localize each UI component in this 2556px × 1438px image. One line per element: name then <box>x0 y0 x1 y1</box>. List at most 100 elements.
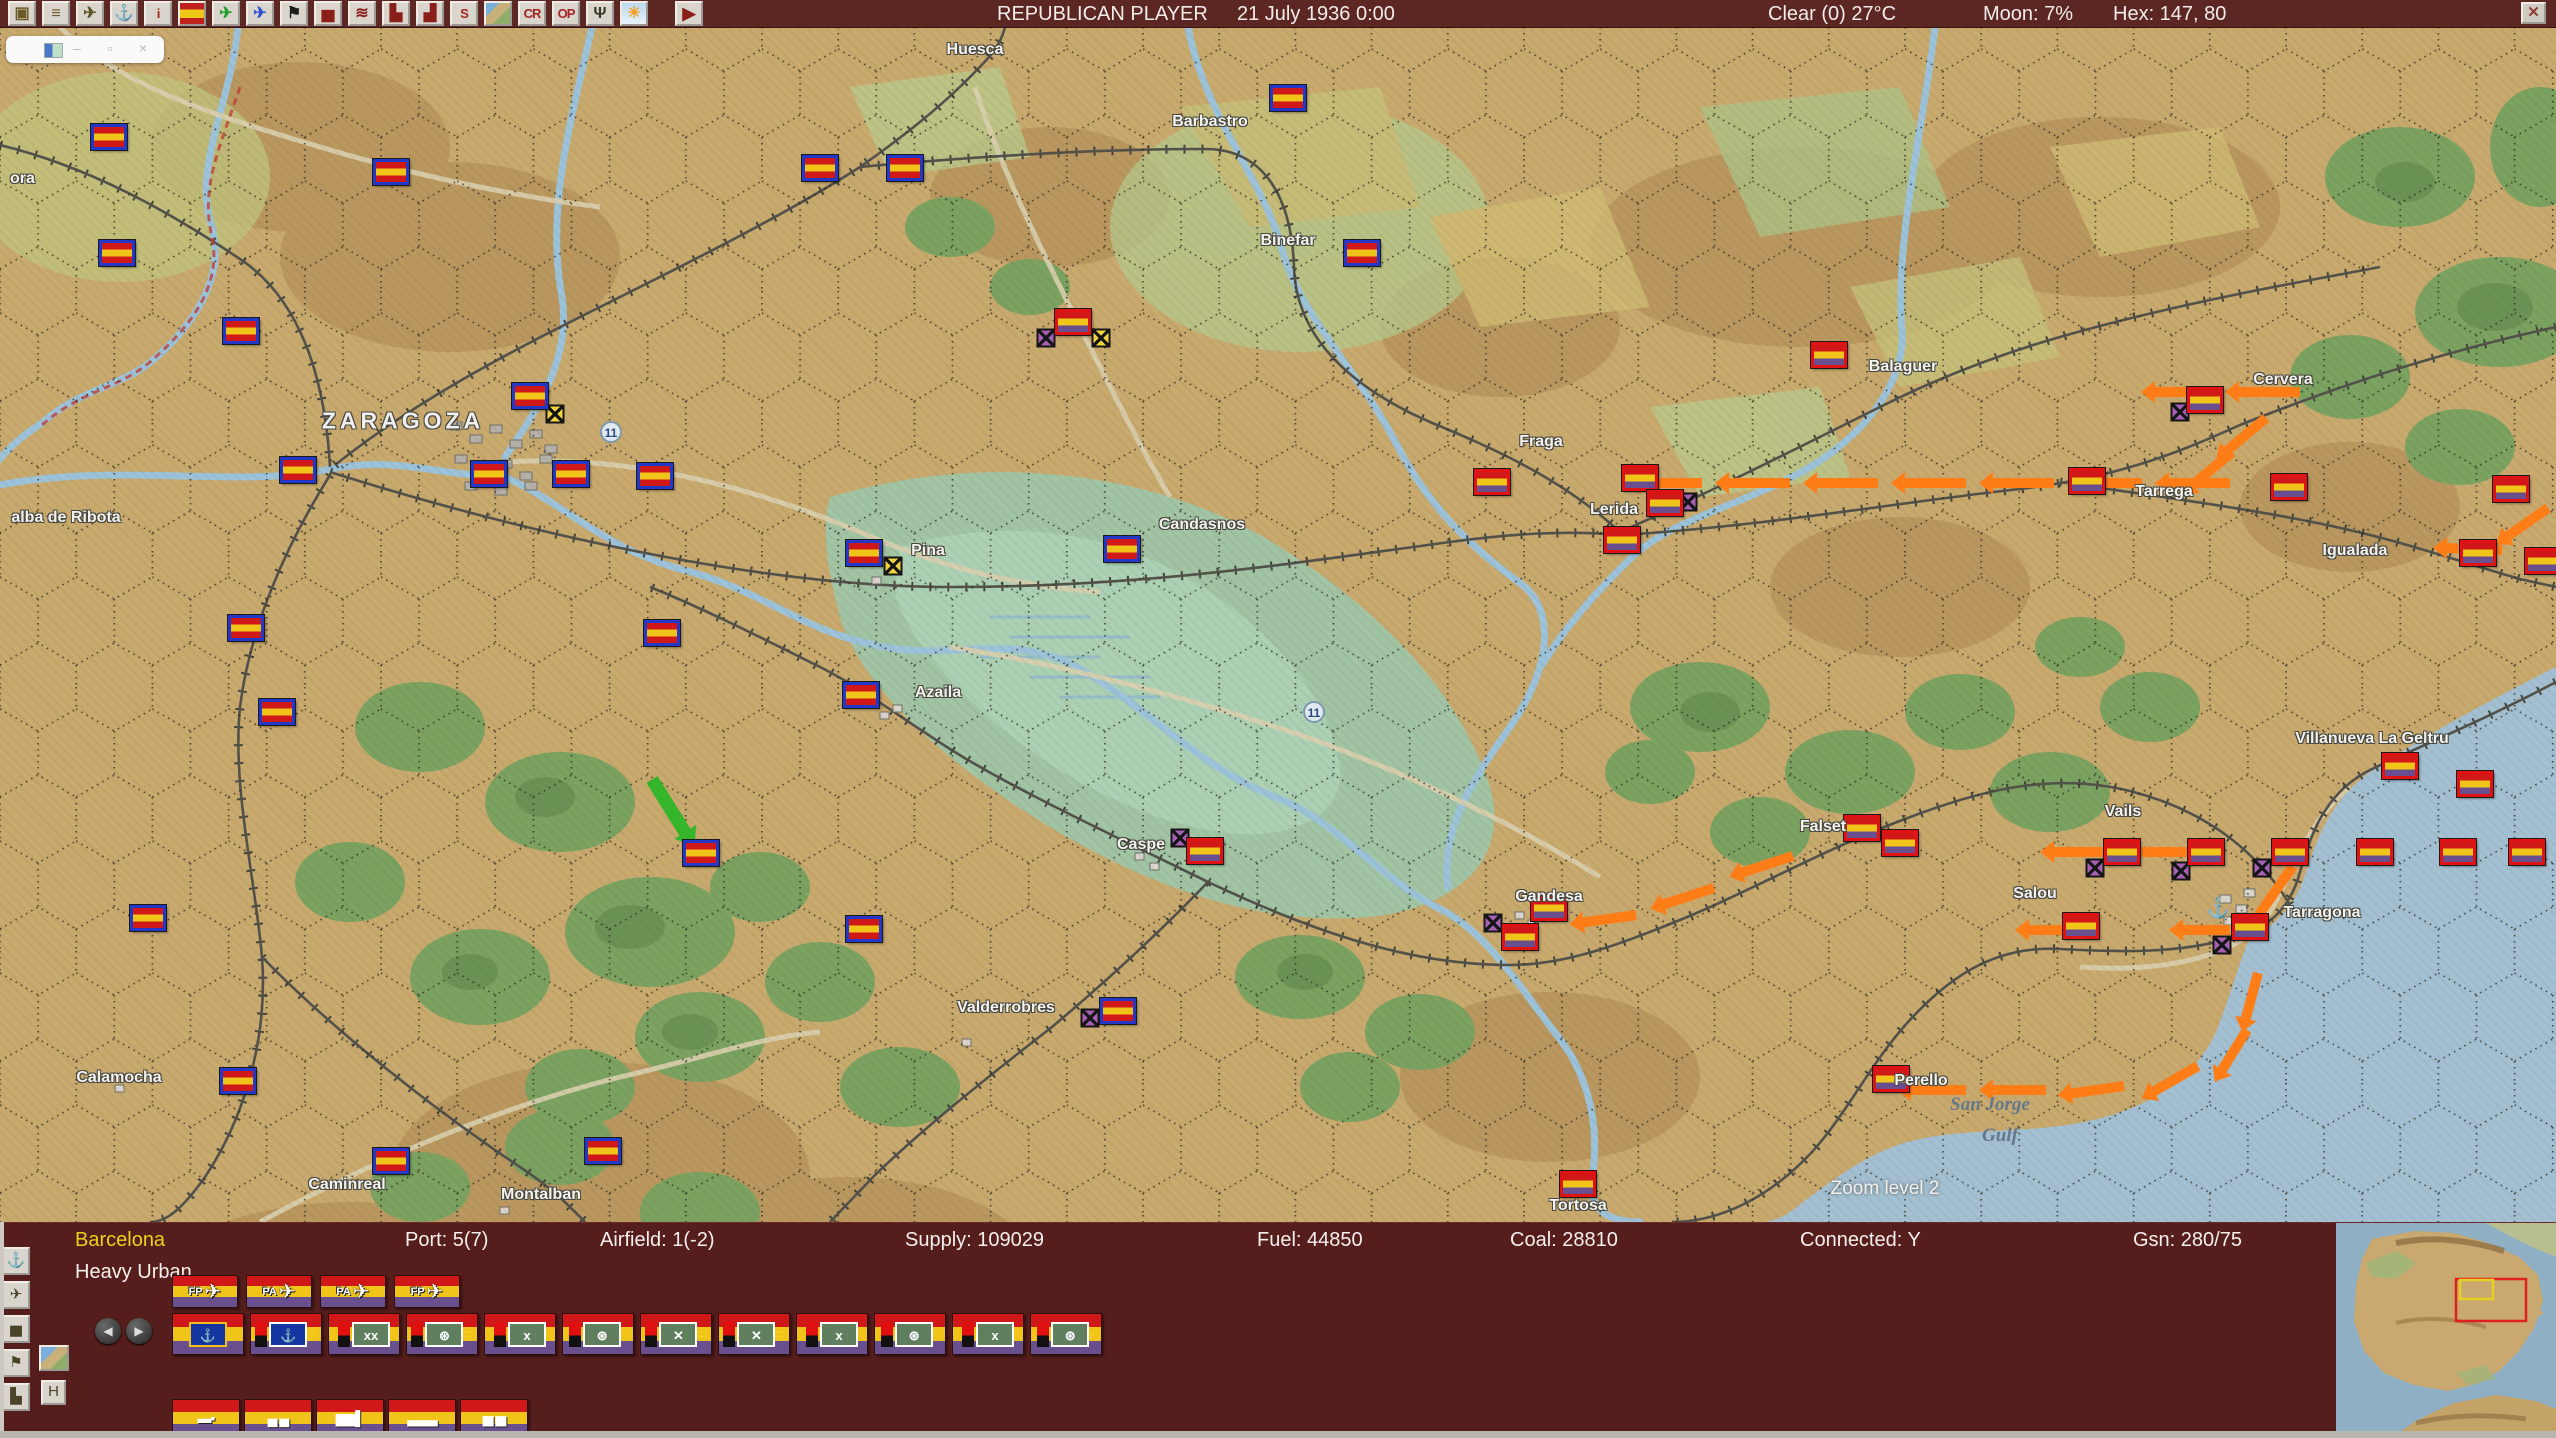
nationalist-unit[interactable] <box>373 1148 409 1174</box>
republican-unit[interactable] <box>2440 839 2476 865</box>
maximize-icon[interactable]: ▫ <box>101 36 119 63</box>
republican-unit[interactable] <box>1604 527 1640 553</box>
republican-unit[interactable] <box>1055 309 1091 335</box>
nationalist-unit[interactable] <box>843 682 879 708</box>
nationalist-unit[interactable] <box>512 383 548 409</box>
garrison-marker[interactable] <box>2212 935 2232 955</box>
nationalist-unit[interactable] <box>130 905 166 931</box>
flag-tool[interactable]: ⚑ <box>2 1349 30 1377</box>
nationalist-unit[interactable] <box>585 1138 621 1164</box>
republican-unit[interactable] <box>1560 1171 1596 1197</box>
brigade-counter[interactable]: x <box>796 1313 868 1355</box>
nationalist-unit[interactable] <box>1100 998 1136 1024</box>
fighter-icon[interactable]: ✈ <box>212 1 240 26</box>
nationalist-unit[interactable] <box>644 620 680 646</box>
floatplane-counter[interactable]: FP ✈ <box>172 1275 238 1308</box>
minimap[interactable] <box>2336 1223 2556 1438</box>
nationalist-unit[interactable] <box>471 461 507 487</box>
anchor-tool[interactable]: ⚓ <box>2 1247 30 1275</box>
republican-unit[interactable] <box>1647 490 1683 516</box>
republican-unit[interactable] <box>2457 771 2493 797</box>
nationalist-unit[interactable] <box>99 240 135 266</box>
floating-window-titlebar[interactable]: – ▫ × <box>6 36 164 63</box>
republican-unit[interactable] <box>2187 387 2223 413</box>
production-icon[interactable]: ▟ <box>416 1 444 26</box>
factory-tool[interactable]: ▙ <box>2 1383 30 1411</box>
naval-hq-counter[interactable]: ⚓ = <box>250 1313 322 1355</box>
warship-icon[interactable]: ▅ <box>314 1 342 26</box>
naval-losses-icon[interactable]: ⚓ <box>110 1 138 26</box>
republican-unit[interactable] <box>1474 469 1510 495</box>
republican-unit[interactable] <box>1622 465 1658 491</box>
map-mode-icon[interactable] <box>484 1 512 26</box>
republican-unit[interactable] <box>1502 924 1538 950</box>
republican-unit[interactable] <box>1811 342 1847 368</box>
nationalist-unit[interactable] <box>91 124 127 150</box>
convoy-icon[interactable]: ≋ <box>348 1 376 26</box>
brigade-counter[interactable]: x <box>484 1313 556 1355</box>
operations-icon[interactable]: OP <box>552 1 580 26</box>
infantry-counter[interactable]: ✕ = <box>718 1313 790 1355</box>
depot-marker[interactable] <box>1091 328 1111 348</box>
republican-unit[interactable] <box>2069 468 2105 494</box>
republican-unit[interactable] <box>1844 815 1880 841</box>
end-turn-icon[interactable]: ▶ <box>675 1 703 26</box>
brigade-counter[interactable]: x <box>952 1313 1024 1355</box>
republican-unit[interactable] <box>1873 1066 1909 1092</box>
factory-icon[interactable]: ▙ <box>382 1 410 26</box>
depot-marker[interactable] <box>883 556 903 576</box>
garrison-marker[interactable] <box>2085 858 2105 878</box>
garrison-marker[interactable] <box>1483 913 1503 933</box>
garrison-marker[interactable] <box>1080 1008 1100 1028</box>
commanders-report-icon[interactable]: CR <box>518 1 546 26</box>
air-losses-icon[interactable]: ✈ <box>76 1 104 26</box>
nationalist-unit[interactable] <box>280 457 316 483</box>
nationalist-unit[interactable] <box>553 461 589 487</box>
supply-icon[interactable]: S <box>450 1 478 26</box>
nationalist-unit[interactable] <box>846 540 882 566</box>
republican-unit[interactable] <box>1531 895 1567 921</box>
nationalist-unit[interactable] <box>228 615 264 641</box>
republican-unit[interactable] <box>2357 839 2393 865</box>
garrison-marker[interactable] <box>1036 328 1056 348</box>
republican-unit[interactable] <box>1187 838 1223 864</box>
infantry-counter[interactable]: ✕ = <box>640 1313 712 1355</box>
window-close-icon[interactable]: × <box>134 36 152 63</box>
naval-base-counter[interactable]: ⚓ <box>172 1313 244 1355</box>
prev-unit-button[interactable]: ◀ <box>95 1318 121 1344</box>
close-button[interactable]: ✕ <box>2521 2 2546 24</box>
republican-unit[interactable] <box>1882 830 1918 856</box>
nationalist-unit[interactable] <box>683 840 719 866</box>
patrol-air-counter[interactable]: PA ✈ <box>246 1275 312 1308</box>
republican-unit[interactable] <box>2525 548 2556 574</box>
floatplane-counter[interactable]: FP ✈ <box>394 1275 460 1308</box>
info-icon[interactable]: i <box>144 1 172 26</box>
nationalist-unit[interactable] <box>637 463 673 489</box>
nationalist-unit[interactable] <box>846 916 882 942</box>
republican-unit[interactable] <box>2232 914 2268 940</box>
naval-tool[interactable]: ▅ <box>2 1315 30 1343</box>
nationalist-unit[interactable] <box>1270 85 1306 111</box>
nationalist-unit[interactable] <box>1344 240 1380 266</box>
patrol-air-counter[interactable]: PA ✈ <box>320 1275 386 1308</box>
motorized-counter[interactable]: ⊛ - <box>874 1313 946 1355</box>
motorized-counter[interactable]: ⊛ - <box>562 1313 634 1355</box>
nationalist-unit[interactable] <box>259 699 295 725</box>
republican-unit[interactable] <box>2063 913 2099 939</box>
nationalist-unit[interactable] <box>223 318 259 344</box>
republican-unit[interactable] <box>2460 540 2496 566</box>
republican-unit[interactable] <box>2271 474 2307 500</box>
nationalist-unit[interactable] <box>1104 536 1140 562</box>
depot-marker[interactable] <box>545 404 565 424</box>
division-counter[interactable]: xx <box>328 1313 400 1355</box>
weather-icon[interactable]: ☀ <box>620 1 648 26</box>
republican-unit[interactable] <box>2382 753 2418 779</box>
map-jump-tool[interactable] <box>39 1345 69 1371</box>
republican-unit[interactable] <box>2188 839 2224 865</box>
republican-unit[interactable] <box>2104 839 2140 865</box>
save-icon[interactable]: ▣ <box>8 1 36 26</box>
republican-unit[interactable] <box>2509 839 2545 865</box>
nationalist-unit[interactable] <box>887 155 923 181</box>
bomber-icon[interactable]: ✈ <box>246 1 274 26</box>
air-tool[interactable]: ✈ <box>2 1281 30 1309</box>
